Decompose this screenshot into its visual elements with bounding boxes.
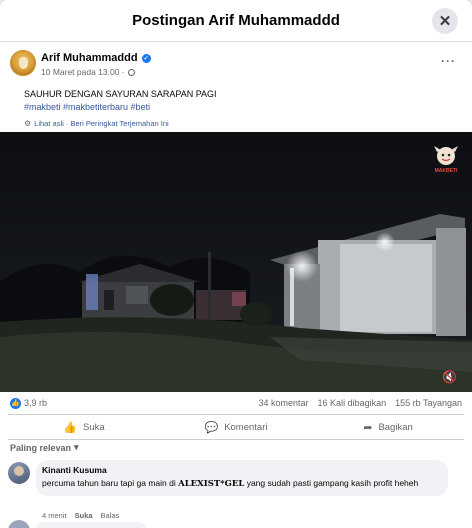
video-player[interactable]: MAKBETI 🔇 bbox=[0, 132, 472, 392]
comment-sort-dropdown[interactable]: Paling relevan ▾ bbox=[10, 442, 79, 453]
post-header: Arif Muhammaddd ✓ 10 Maret pada 13.00 · … bbox=[0, 42, 472, 86]
comment-text-part: percuma tahun baru tapi ga main di bbox=[42, 478, 179, 488]
modal-title: Postingan Arif Muhammaddd bbox=[132, 12, 340, 29]
comment-brand-text: ALEXIST*GEL bbox=[178, 479, 245, 489]
mute-icon[interactable]: 🔇 bbox=[442, 370, 460, 384]
view-count: 155 rb Tayangan bbox=[395, 398, 462, 408]
comment-actions: 4 menit Suka Balas bbox=[42, 511, 119, 520]
comment-time[interactable]: 4 menit bbox=[42, 511, 67, 520]
video-frame bbox=[0, 132, 472, 392]
share-button[interactable]: ➦ Bagikan bbox=[312, 415, 464, 439]
like-reaction-icon: 👍 bbox=[10, 397, 21, 409]
more-options-button[interactable]: ··· bbox=[441, 54, 456, 68]
modal-header: Postingan Arif Muhammaddd ✕ bbox=[0, 0, 472, 42]
next-comment-bubble bbox=[36, 522, 146, 528]
post-body: SAUHUR DENGAN SAYURAN SARAPAN PAGI #makb… bbox=[0, 86, 472, 130]
commenter-name[interactable]: Kinanti Kusuma bbox=[42, 465, 440, 475]
comment-reply-button[interactable]: Balas bbox=[101, 511, 120, 520]
reaction-count[interactable]: 3,9 rb bbox=[24, 398, 47, 408]
commenter-avatar[interactable] bbox=[8, 462, 30, 484]
verified-badge-icon: ✓ bbox=[141, 53, 151, 63]
share-count[interactable]: 16 Kali dibagikan bbox=[318, 398, 387, 408]
share-icon: ➦ bbox=[363, 421, 373, 434]
comment-button[interactable]: 💬 Komentari bbox=[160, 415, 312, 439]
translate-icon: ⚙ bbox=[24, 119, 32, 128]
watermark-text: MAKBETI bbox=[435, 168, 458, 174]
engagement-counts: 34 komentar 16 Kali dibagikan 155 rb Tay… bbox=[259, 398, 462, 408]
comment-icon: 💬 bbox=[204, 421, 219, 434]
post-modal: Postingan Arif Muhammaddd ✕ Arif Muhamma… bbox=[0, 0, 472, 528]
author-avatar[interactable] bbox=[10, 50, 36, 76]
comment-like-button[interactable]: Suka bbox=[75, 511, 93, 520]
next-commenter-avatar[interactable] bbox=[8, 520, 30, 528]
comment-count[interactable]: 34 komentar bbox=[259, 398, 309, 408]
globe-icon bbox=[127, 68, 135, 76]
translation-row: ⚙ Lihat asli · Beri Peringkat Terjemahan… bbox=[24, 117, 448, 130]
post-hashtags[interactable]: #makbeti #makbetiterbaru #beti bbox=[24, 101, 448, 114]
author-name[interactable]: Arif Muhammaddd bbox=[41, 52, 138, 64]
comment-text: percuma tahun baru tapi ga main di ALEXI… bbox=[42, 477, 440, 490]
chevron-down-icon: ▾ bbox=[74, 442, 79, 452]
comment-text-part: yang sudah pasti gampang kasih profit he… bbox=[244, 478, 419, 488]
watermark-logo: MAKBETI bbox=[434, 146, 458, 174]
post-meta: 10 Maret pada 13.00 · bbox=[41, 67, 135, 77]
comment-bubble: Kinanti Kusuma percuma tahun baru tapi g… bbox=[36, 460, 448, 496]
post-caption: SAUHUR DENGAN SAYURAN SARAPAN PAGI bbox=[24, 89, 217, 99]
translation-links[interactable]: Lihat asli · Beri Peringkat Terjemahan I… bbox=[34, 117, 169, 130]
like-icon: 👍 bbox=[63, 421, 78, 434]
post-stats: 👍 3,9 rb 34 komentar 16 Kali dibagikan 1… bbox=[0, 392, 472, 414]
like-button[interactable]: 👍 Suka bbox=[8, 415, 160, 439]
close-icon: ✕ bbox=[438, 13, 452, 30]
post-timestamp[interactable]: 10 Maret pada 13.00 · bbox=[41, 67, 125, 77]
comment-label: Komentari bbox=[224, 421, 268, 433]
sort-label: Paling relevan bbox=[10, 442, 72, 453]
author-name-row: Arif Muhammaddd ✓ bbox=[41, 52, 151, 64]
close-button[interactable]: ✕ bbox=[432, 8, 458, 34]
post-action-bar: 👍 Suka 💬 Komentari ➦ Bagikan bbox=[8, 414, 464, 440]
share-label: Bagikan bbox=[378, 421, 413, 433]
like-label: Suka bbox=[83, 421, 105, 433]
